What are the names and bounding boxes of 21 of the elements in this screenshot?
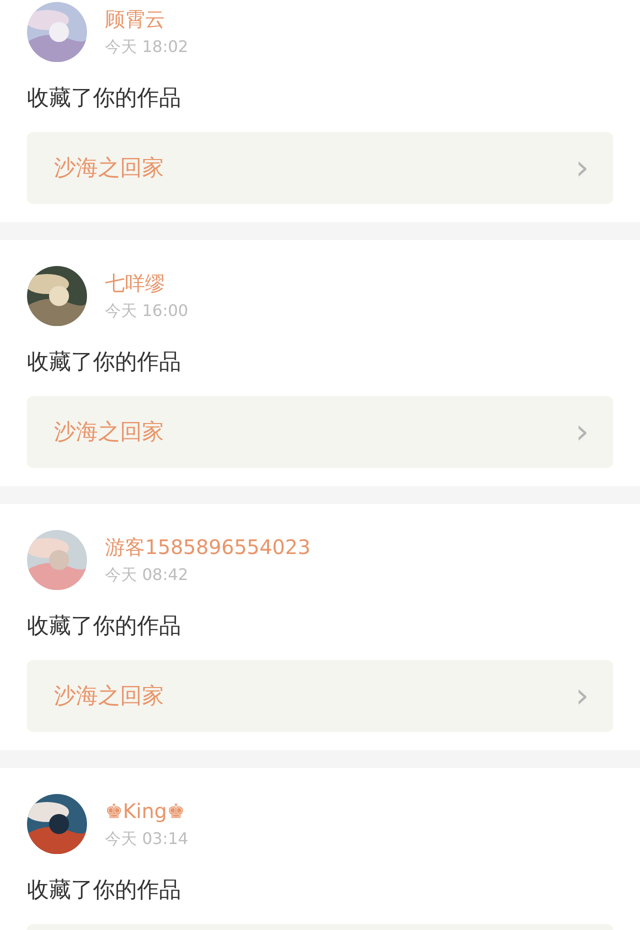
user-name[interactable]: ♚King♚ — [105, 799, 188, 823]
chevron-icon: › — [575, 151, 589, 185]
chevron-icon: › — [575, 679, 589, 713]
work-title: 沙海之回家 — [54, 683, 164, 711]
work-title: 沙海之回家 — [54, 155, 164, 183]
work-card[interactable]: 沙海之回家 › — [27, 660, 613, 732]
user-name[interactable]: 游客1585896554023 — [105, 535, 310, 559]
timestamp: 今天 18:02 — [105, 37, 188, 57]
work-title: 沙海之回家 — [54, 419, 164, 447]
activity-text: 收藏了你的作品 — [27, 349, 182, 377]
activity-text: 收藏了你的作品 — [27, 613, 182, 641]
activity-text: 收藏了你的作品 — [27, 877, 182, 905]
user-name[interactable]: 七咩缪 — [105, 271, 188, 295]
timestamp: 今天 16:00 — [105, 301, 188, 321]
work-card[interactable]: 沙海之回家 › — [27, 396, 613, 468]
work-card[interactable]: 沙海之回家 › — [27, 132, 613, 204]
timestamp: 今天 08:42 — [105, 565, 190, 585]
timestamp: 今天 03:14 — [105, 829, 188, 849]
activity-text: 收藏了你的作品 — [27, 85, 182, 113]
user-name[interactable]: 顾霄云 — [105, 7, 188, 31]
chevron-icon: › — [575, 415, 589, 449]
